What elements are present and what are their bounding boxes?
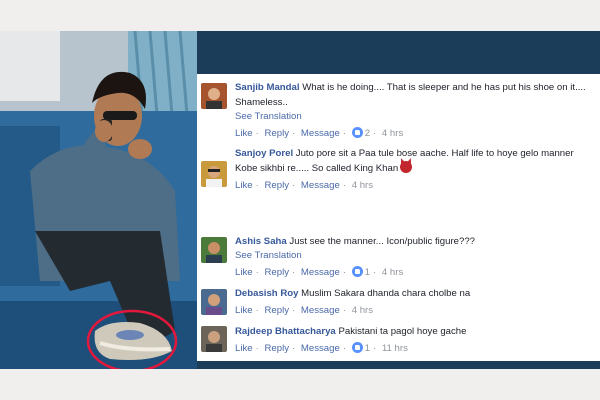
- avatar[interactable]: [201, 161, 227, 187]
- like-reaction-icon: [351, 342, 363, 353]
- comment-author[interactable]: Rajdeep Bhattacharya: [235, 326, 336, 337]
- comment-actions: Like · Reply · Message · 4 hrs: [235, 180, 374, 191]
- avatar[interactable]: [201, 237, 227, 263]
- reply-link[interactable]: Reply: [264, 343, 289, 354]
- comment-actions: Like · Reply · Message · 1 · 4 hrs: [235, 266, 404, 278]
- comment-timestamp[interactable]: 4 hrs: [382, 267, 403, 278]
- comment-actions: Like · Reply · Message · 2 · 4 hrs: [235, 127, 404, 139]
- like-reaction-icon: [351, 266, 363, 277]
- reply-link[interactable]: Reply: [264, 305, 289, 316]
- post-photo: [0, 31, 197, 369]
- reply-link[interactable]: Reply: [264, 267, 289, 278]
- message-link[interactable]: Message: [301, 267, 340, 278]
- like-link[interactable]: Like: [235, 128, 253, 139]
- like-link[interactable]: Like: [235, 305, 253, 316]
- message-link[interactable]: Message: [301, 343, 340, 354]
- avatar[interactable]: [201, 83, 227, 109]
- message-link[interactable]: Message: [301, 128, 340, 139]
- avatar[interactable]: [201, 326, 227, 352]
- comment-timestamp[interactable]: 4 hrs: [352, 305, 373, 316]
- comment-text: Pakistani ta pagol hoye gache: [338, 326, 467, 337]
- screenshot-canvas: Sanjib Mandal What is he doing.... That …: [0, 31, 600, 369]
- comment-text: Just see the manner... Icon/public figur…: [289, 236, 475, 247]
- like-link[interactable]: Like: [235, 180, 253, 191]
- comment-text: Muslim Sakara dhanda chara cholbe na: [301, 288, 471, 299]
- message-link[interactable]: Message: [301, 180, 340, 191]
- comment-timestamp[interactable]: 4 hrs: [352, 180, 373, 191]
- like-link[interactable]: Like: [235, 267, 253, 278]
- see-translation-link[interactable]: See Translation: [235, 110, 596, 124]
- comment-author[interactable]: Debasish Roy: [235, 288, 298, 299]
- like-link[interactable]: Like: [235, 343, 253, 354]
- comment-author[interactable]: Sanjoy Porel: [235, 148, 293, 159]
- comment-actions: Like · Reply · Message · 4 hrs: [235, 305, 374, 316]
- comment-actions: Like · Reply · Message · 1 · 11 hrs: [235, 342, 408, 354]
- comment-timestamp[interactable]: 11 hrs: [382, 343, 408, 354]
- avatar[interactable]: [201, 289, 227, 315]
- comment-timestamp[interactable]: 4 hrs: [382, 128, 403, 139]
- see-translation-link[interactable]: See Translation: [235, 249, 596, 263]
- reply-link[interactable]: Reply: [264, 180, 289, 191]
- devil-emoji-icon: [400, 161, 413, 173]
- reply-link[interactable]: Reply: [264, 128, 289, 139]
- message-link[interactable]: Message: [301, 305, 340, 316]
- comments-panel: Sanjib Mandal What is he doing.... That …: [197, 74, 600, 361]
- comment-author[interactable]: Sanjib Mandal: [235, 82, 300, 93]
- comment-author[interactable]: Ashis Saha: [235, 236, 287, 247]
- like-reaction-icon: [351, 127, 363, 138]
